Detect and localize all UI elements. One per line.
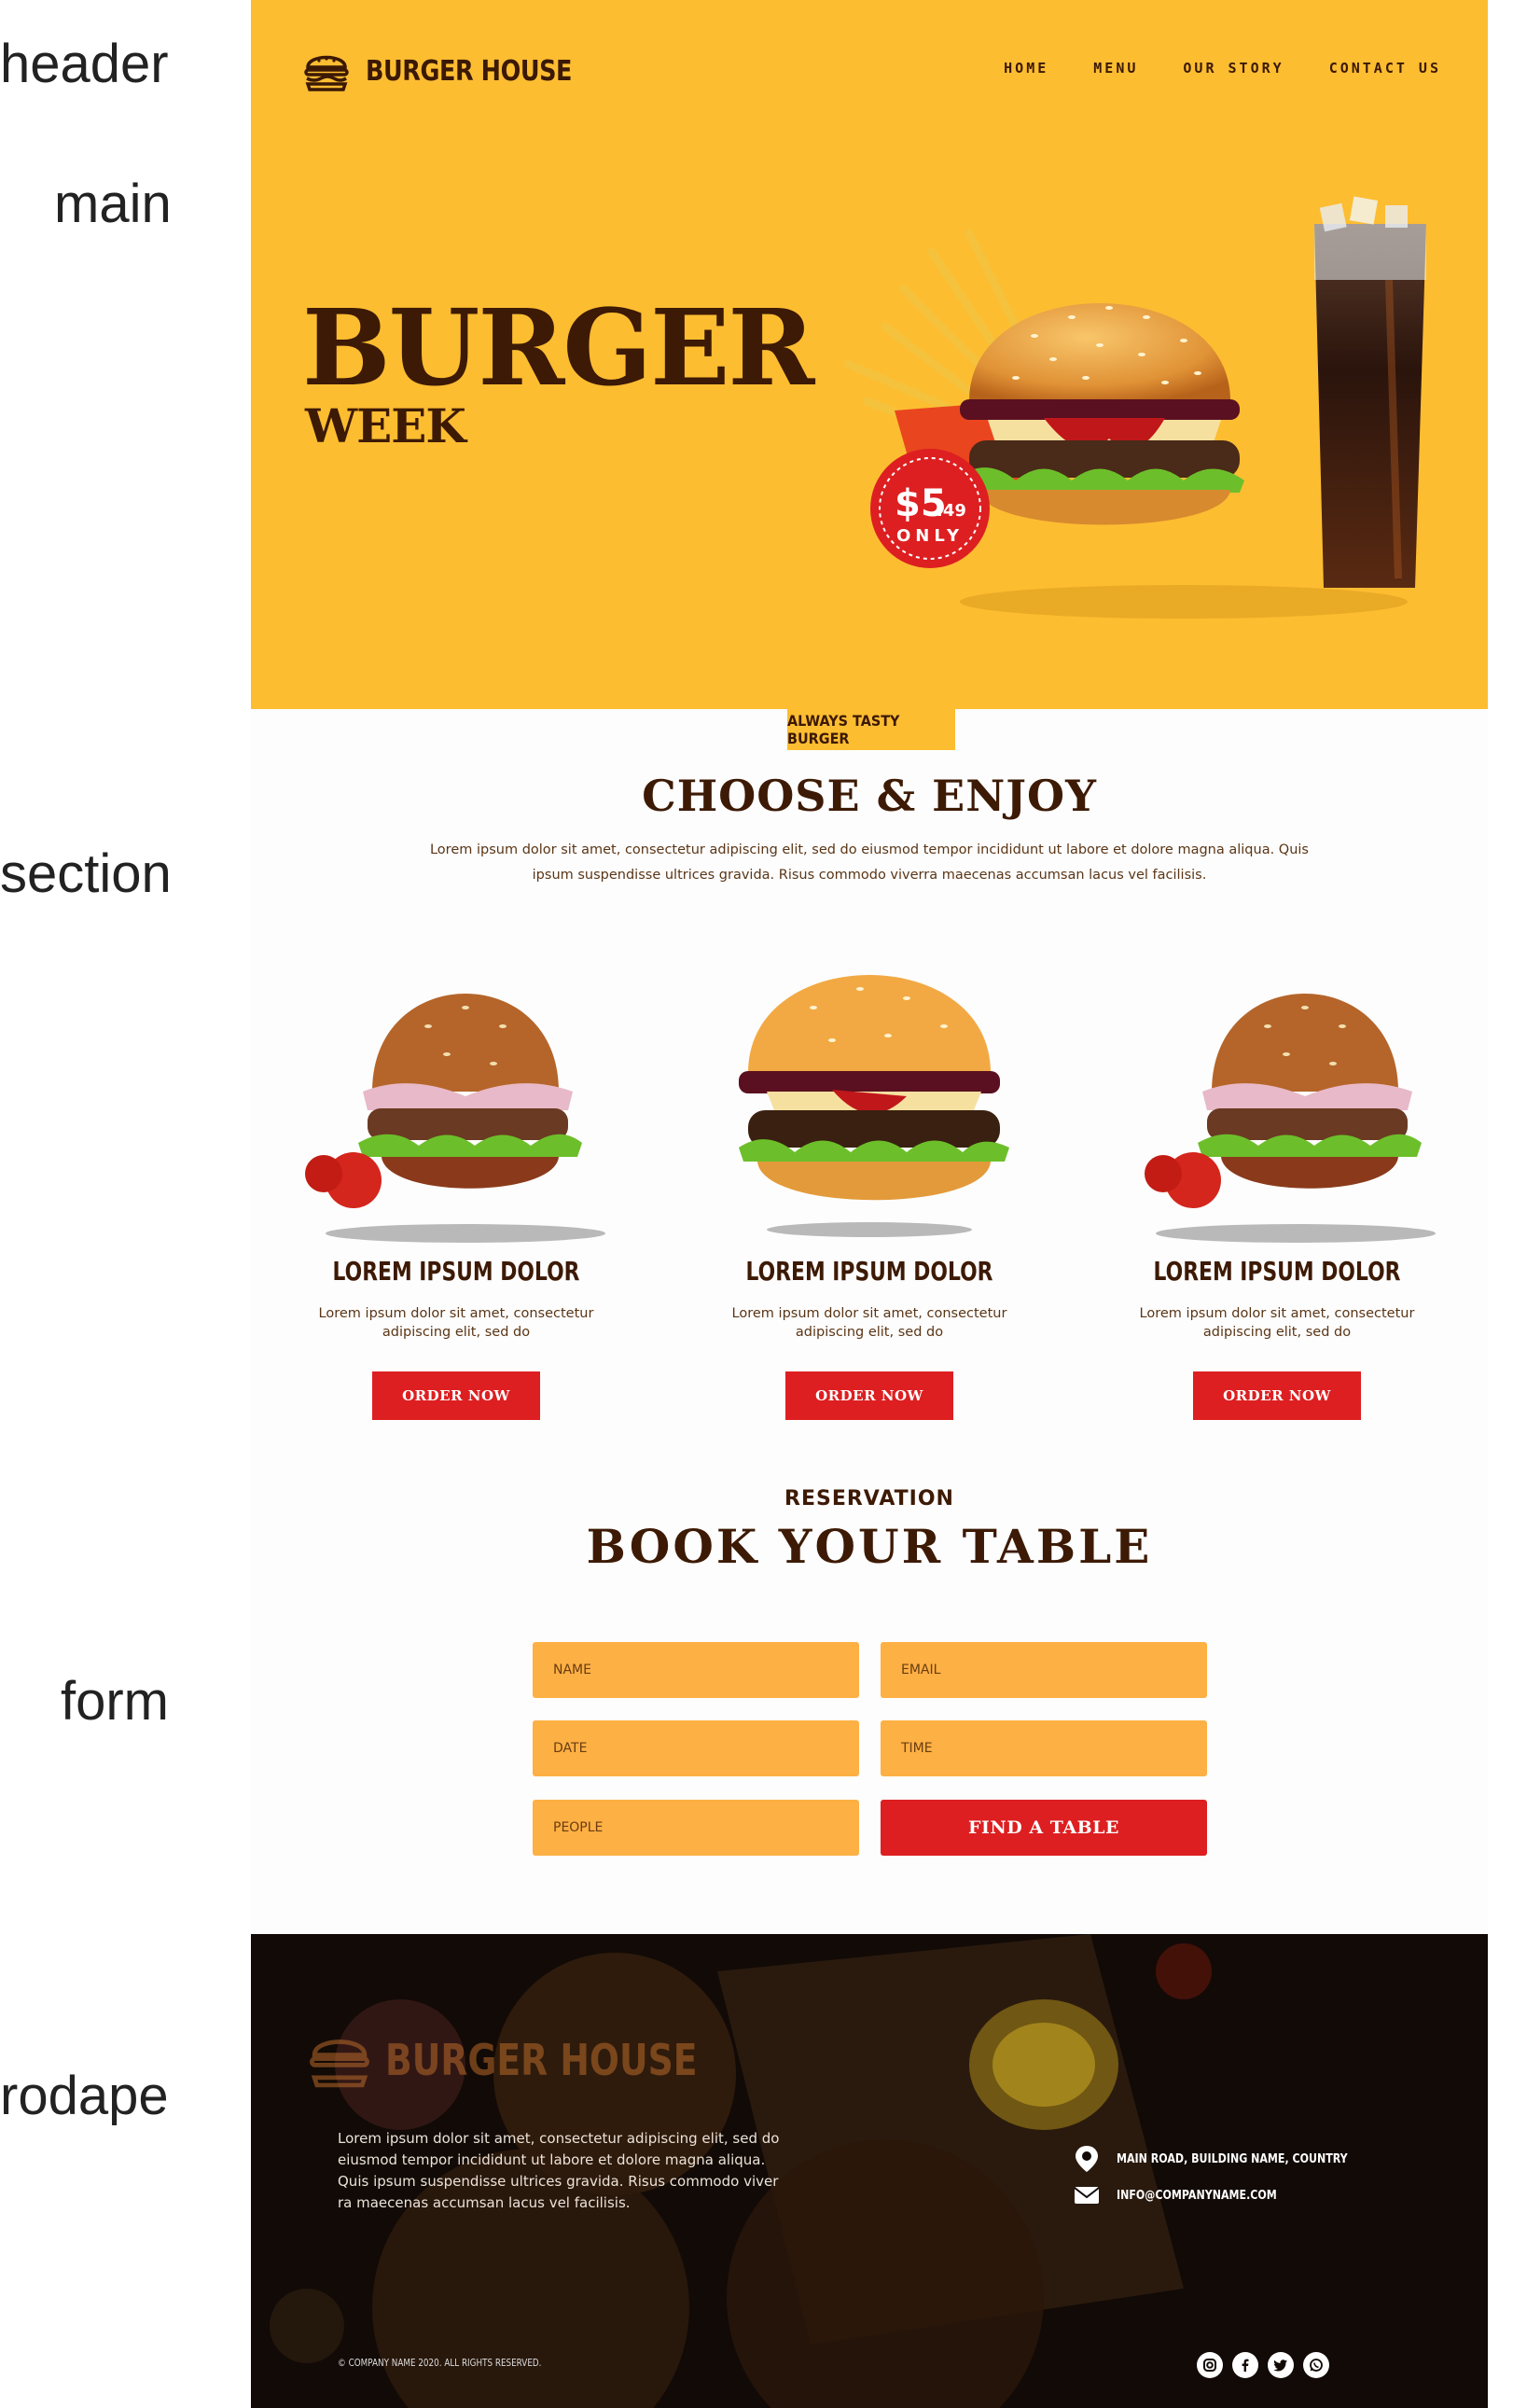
annotation-form: form xyxy=(61,1671,169,1732)
people-field[interactable] xyxy=(533,1800,859,1856)
find-a-table-button[interactable]: FIND A TABLE xyxy=(881,1800,1207,1856)
burger-image xyxy=(739,975,1009,1237)
page: BURGER HOUSE HOME MENU OUR STORY CONTACT… xyxy=(251,0,1488,2408)
brand-logo[interactable]: BURGER HOUSE xyxy=(302,47,608,95)
card-description: Lorem ipsum dolor sit amet, consectetur … xyxy=(318,1306,594,1340)
email-text: INFO@COMPANYNAME.COM xyxy=(1117,2188,1277,2203)
date-field[interactable] xyxy=(533,1720,859,1776)
annotation-header: header xyxy=(0,34,169,94)
copyright: © COMPANY NAME 2020. ALL RIGHTS RESERVED… xyxy=(338,2357,542,2369)
nav-menu[interactable]: MENU xyxy=(1093,60,1138,77)
order-now-button[interactable]: ORDER NOW xyxy=(1193,1371,1361,1420)
order-now-button[interactable]: ORDER NOW xyxy=(785,1371,953,1420)
address-text: MAIN ROAD, BUILDING NAME, COUNTRY xyxy=(1117,2151,1348,2166)
footer-address: MAIN ROAD, BUILDING NAME, COUNTRY xyxy=(1074,2144,1388,2174)
footer-logo[interactable]: BURGER HOUSE xyxy=(307,2027,766,2093)
hero-banner: BURGER HOUSE HOME MENU OUR STORY CONTACT… xyxy=(251,0,1488,709)
social-links xyxy=(1197,2352,1329,2378)
price-note: ONLY xyxy=(896,526,964,546)
product-card: LOREM IPSUM DOLOR Lorem ipsum dolor sit … xyxy=(692,933,1047,1427)
envelope-icon xyxy=(1074,2187,1100,2204)
footer-email[interactable]: INFO@COMPANYNAME.COM xyxy=(1074,2186,1305,2205)
order-now-button[interactable]: ORDER NOW xyxy=(372,1371,540,1420)
product-card: LOREM IPSUM DOLOR Lorem ipsum dolor sit … xyxy=(279,933,633,1427)
section-tag: ALWAYS TASTY BURGER xyxy=(787,709,955,750)
instagram-icon[interactable] xyxy=(1197,2352,1223,2378)
brand-name: BURGER HOUSE xyxy=(366,54,573,88)
reservation-label: RESERVATION xyxy=(784,1487,954,1510)
reservation-title: BOOK YOUR TABLE xyxy=(586,1519,1153,1574)
section-title: CHOOSE & ENJOY xyxy=(642,771,1097,821)
annotation-section: section xyxy=(0,843,172,904)
card-description: Lorem ipsum dolor sit amet, consectetur … xyxy=(1139,1306,1415,1340)
location-pin-icon xyxy=(1076,2146,1098,2172)
hero-subtitle: WEEK xyxy=(305,398,466,453)
nav-home[interactable]: HOME xyxy=(1004,60,1048,77)
hero-title: BURGER xyxy=(302,287,815,410)
hero-burger-combo-image: $5 .49 ONLY xyxy=(843,196,1426,619)
time-field[interactable] xyxy=(881,1720,1207,1776)
burger-image xyxy=(1145,994,1436,1243)
whatsapp-icon[interactable] xyxy=(1303,2352,1329,2378)
card-title: LOREM IPSUM DOLOR xyxy=(1153,1256,1401,1287)
email-field[interactable] xyxy=(881,1642,1207,1698)
section-description: Lorem ipsum dolor sit amet, consectetur … xyxy=(429,842,1309,883)
footer-brand-name: BURGER HOUSE xyxy=(385,2035,698,2085)
main-nav: HOME MENU OUR STORY CONTACT US xyxy=(1004,60,1441,77)
burger-logo-icon xyxy=(310,2039,369,2088)
footer: BURGER HOUSE Lorem ipsum dolor sit amet,… xyxy=(251,1934,1488,2408)
twitter-icon[interactable] xyxy=(1268,2352,1294,2378)
burger-logo-icon xyxy=(304,55,349,91)
nav-contact-us[interactable]: CONTACT US xyxy=(1329,60,1441,77)
product-card: LOREM IPSUM DOLOR Lorem ipsum dolor sit … xyxy=(1100,933,1454,1427)
card-title: LOREM IPSUM DOLOR xyxy=(745,1256,993,1287)
annotation-main: main xyxy=(54,174,172,234)
nav-our-story[interactable]: OUR STORY xyxy=(1183,60,1284,77)
facebook-icon[interactable] xyxy=(1232,2352,1258,2378)
card-description: Lorem ipsum dolor sit amet, consectetur … xyxy=(731,1306,1007,1340)
annotation-rodape: rodape xyxy=(0,2066,169,2126)
name-field[interactable] xyxy=(533,1642,859,1698)
price-cents: .49 xyxy=(937,501,966,521)
card-title: LOREM IPSUM DOLOR xyxy=(332,1256,580,1287)
footer-description: Lorem ipsum dolor sit amet, consectetur … xyxy=(338,2130,780,2211)
burger-image xyxy=(305,994,605,1243)
